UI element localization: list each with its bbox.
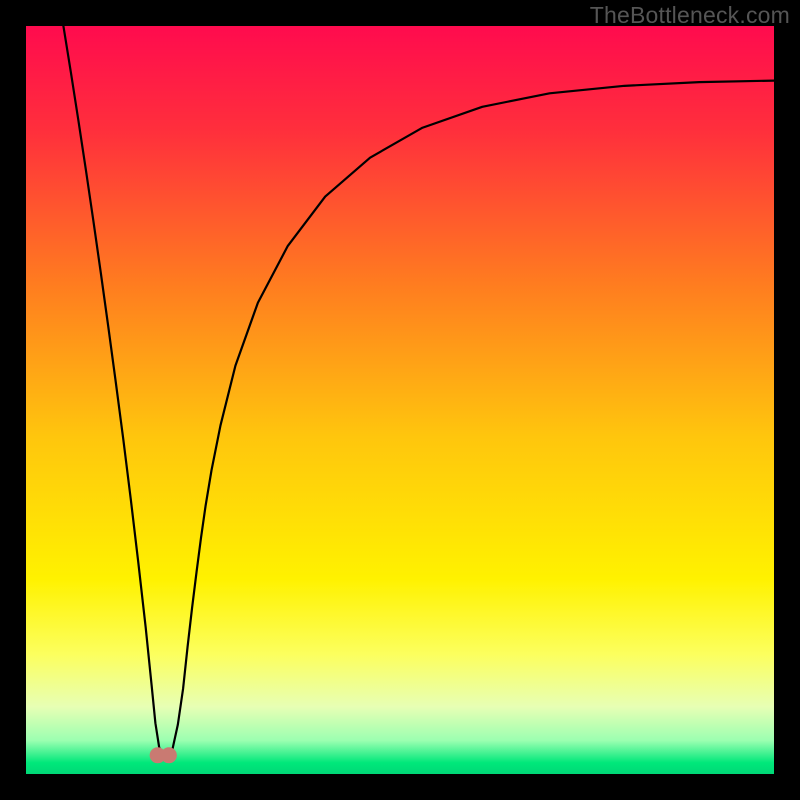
chart-plot-area bbox=[26, 26, 774, 774]
chart-background-gradient bbox=[26, 26, 774, 774]
chart-marker-1 bbox=[161, 747, 177, 763]
chart-frame: TheBottleneck.com bbox=[0, 0, 800, 800]
watermark-text: TheBottleneck.com bbox=[590, 2, 790, 29]
chart-svg bbox=[26, 26, 774, 774]
